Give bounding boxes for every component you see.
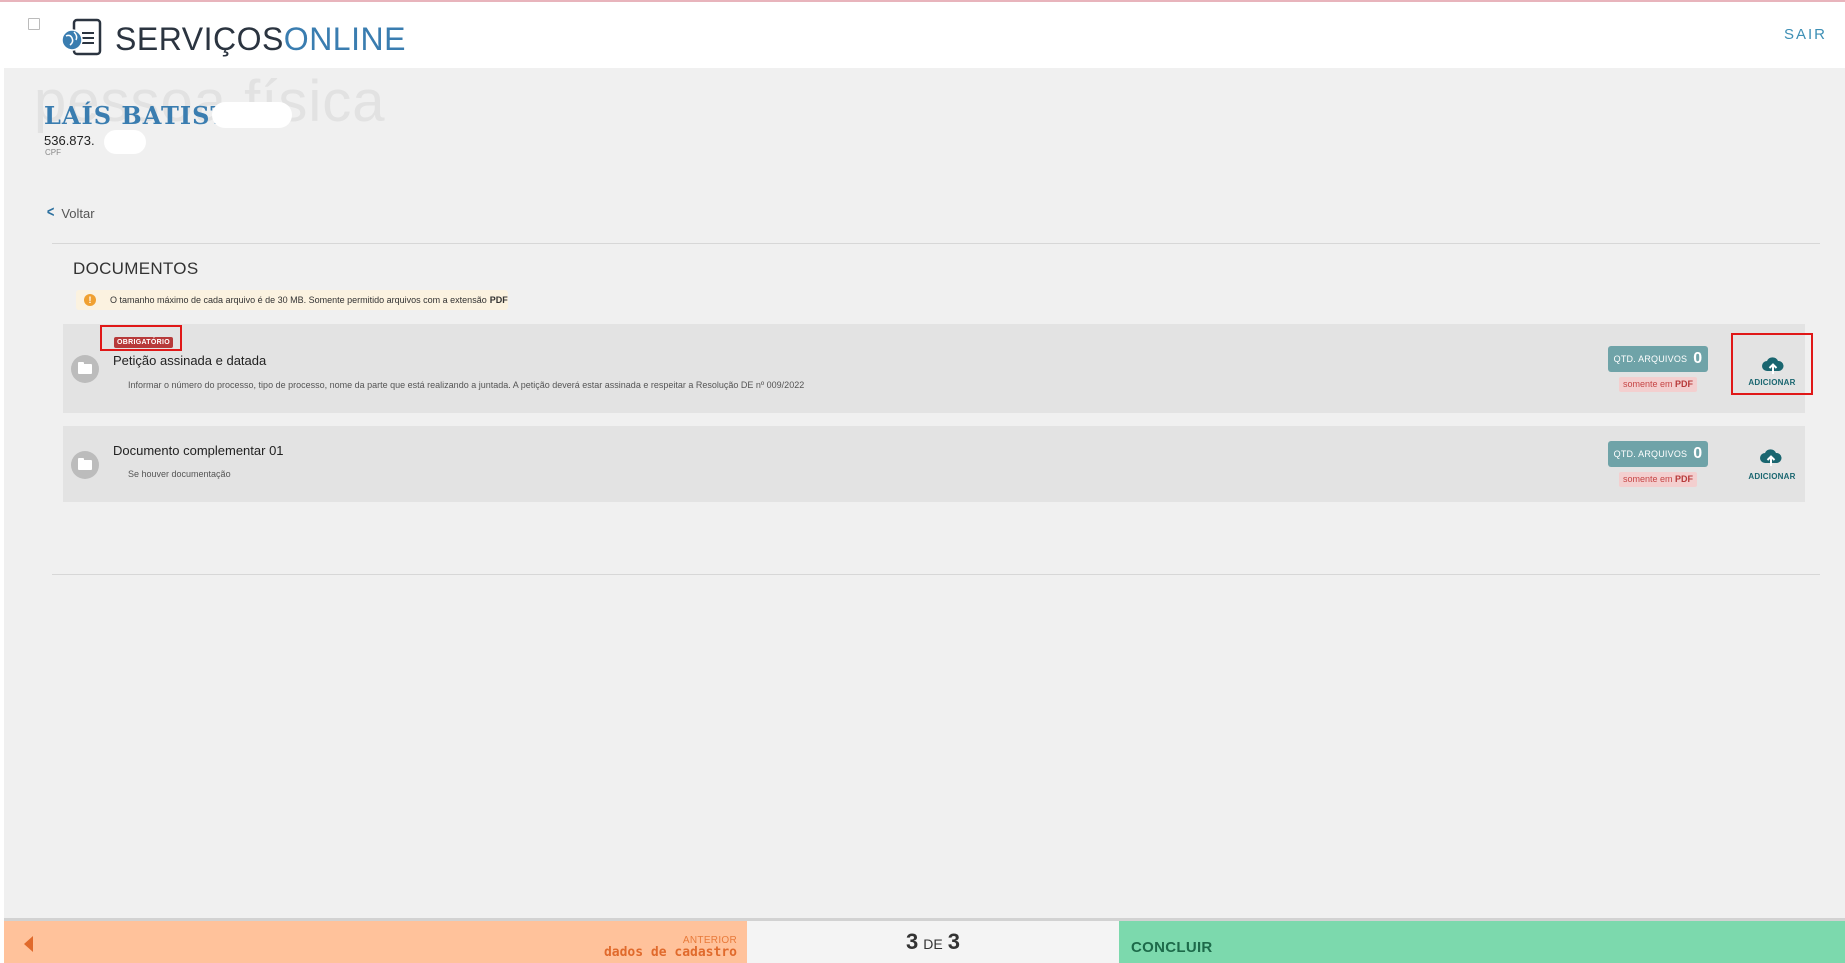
folder-icon: [71, 355, 99, 383]
brand-part-services: SERVIÇOS: [115, 21, 284, 57]
chevron-left-icon: <: [46, 204, 55, 221]
user-cpf: 536.873.: [44, 133, 95, 148]
step-total: 3: [947, 929, 960, 954]
redaction-blur: [104, 130, 146, 154]
required-badge: OBRIGATÓRIO: [114, 337, 173, 348]
broken-image-icon: [28, 18, 40, 30]
app-header: SERVIÇOSONLINE SAIR: [0, 2, 1845, 68]
file-count-value: 0: [1693, 445, 1703, 462]
document-row: Documento complementar 01 Se houver docu…: [63, 426, 1805, 502]
step-indicator: 3 DE 3: [747, 921, 1119, 963]
pdf-note-text: somente em: [1622, 379, 1673, 389]
cpf-label: CPF: [45, 148, 61, 157]
document-name: Petição assinada e datada: [113, 353, 267, 368]
brand-title: SERVIÇOSONLINE: [115, 21, 406, 57]
file-count-value: 0: [1693, 350, 1703, 367]
step-current: 3: [906, 929, 919, 954]
pdf-note-text: somente em: [1622, 474, 1673, 484]
file-count-label: QTD. ARQUIVOS: [1613, 449, 1688, 459]
logout-link[interactable]: SAIR: [1784, 26, 1827, 43]
arrow-left-icon: [24, 936, 33, 952]
pdf-only-note: somente em PDF: [1619, 472, 1697, 487]
wizard-footer: ANTERIOR dados de cadastro 3 DE 3 CONCLU…: [0, 918, 1845, 963]
divider: [52, 574, 1820, 575]
notice-text: O tamanho máximo de cada arquivo é de 30…: [110, 295, 487, 305]
add-file-label: ADICIONAR: [1748, 378, 1796, 387]
file-size-notice: ! O tamanho máximo de cada arquivo é de …: [76, 290, 508, 310]
add-file-button[interactable]: ADICIONAR: [1731, 333, 1813, 395]
add-file-button[interactable]: ADICIONAR: [1731, 432, 1813, 494]
documents-title: DOCUMENTOS: [73, 259, 199, 278]
warning-icon: !: [84, 294, 96, 306]
pdf-only-note: somente em PDF: [1619, 377, 1697, 392]
pdf-note-ext: PDF: [1675, 474, 1694, 484]
previous-step-button[interactable]: ANTERIOR dados de cadastro: [4, 921, 747, 963]
file-count-badge: QTD. ARQUIVOS 0: [1608, 441, 1708, 467]
redaction-blur: [212, 102, 292, 128]
document-row: OBRIGATÓRIO Petição assinada e datada In…: [63, 324, 1813, 413]
back-link[interactable]: < Voltar: [46, 204, 95, 222]
finish-label: CONCLUIR: [1131, 939, 1213, 956]
file-count-label: QTD. ARQUIVOS: [1613, 354, 1688, 364]
previous-step-name: dados de cadastro: [603, 945, 737, 960]
pdf-note-ext: PDF: [1675, 379, 1694, 389]
cloud-upload-icon: [1762, 357, 1784, 374]
document-description: Informar o número do processo, tipo de p…: [128, 380, 805, 390]
cloud-upload-icon: [1760, 449, 1782, 466]
back-label: Voltar: [61, 205, 95, 221]
main-content: pessoa física LAÍS BATISTA 536.873. CPF …: [4, 68, 1845, 918]
services-logo-icon: [61, 18, 102, 56]
divider: [52, 243, 1820, 244]
required-badge-highlight: OBRIGATÓRIO: [100, 325, 182, 351]
add-file-label: ADICIONAR: [1748, 472, 1796, 481]
document-description: Se houver documentação: [128, 469, 231, 479]
notice-extension: PDF: [489, 295, 508, 305]
finish-button[interactable]: CONCLUIR: [1119, 921, 1845, 963]
folder-icon: [71, 451, 99, 479]
document-name: Documento complementar 01: [113, 443, 284, 458]
brand-part-online: ONLINE: [283, 21, 406, 57]
file-count-badge: QTD. ARQUIVOS 0: [1608, 346, 1708, 372]
step-separator: DE: [923, 936, 943, 952]
